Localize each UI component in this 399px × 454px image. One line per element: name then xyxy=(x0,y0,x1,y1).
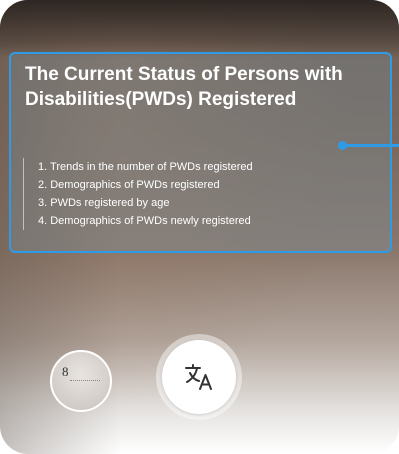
camera-viewfinder: The Current Status of Persons with Disab… xyxy=(0,0,399,454)
translate-button-inner[interactable] xyxy=(162,340,236,414)
list-item: 4. Demographics of PWDs newly registered xyxy=(38,215,251,227)
thumbnail-text: 8 xyxy=(62,364,69,379)
translate-button[interactable] xyxy=(156,334,242,420)
list-item: 2. Demographics of PWDs registered xyxy=(38,179,220,191)
thumbnail-detail xyxy=(70,380,100,382)
background-shade-top xyxy=(0,0,399,58)
gallery-thumbnail-button[interactable]: 8 xyxy=(50,350,112,412)
list-item: 3. PWDs registered by age xyxy=(38,197,170,209)
detected-text-region[interactable]: The Current Status of Persons with Disab… xyxy=(9,52,392,253)
document-title: The Current Status of Persons with Disab… xyxy=(25,64,343,110)
document-item-list: 1. Trends in the number of PWDs register… xyxy=(23,158,253,230)
translate-icon xyxy=(185,364,212,390)
region-pointer-line xyxy=(345,144,399,147)
list-item: 1. Trends in the number of PWDs register… xyxy=(38,161,253,173)
